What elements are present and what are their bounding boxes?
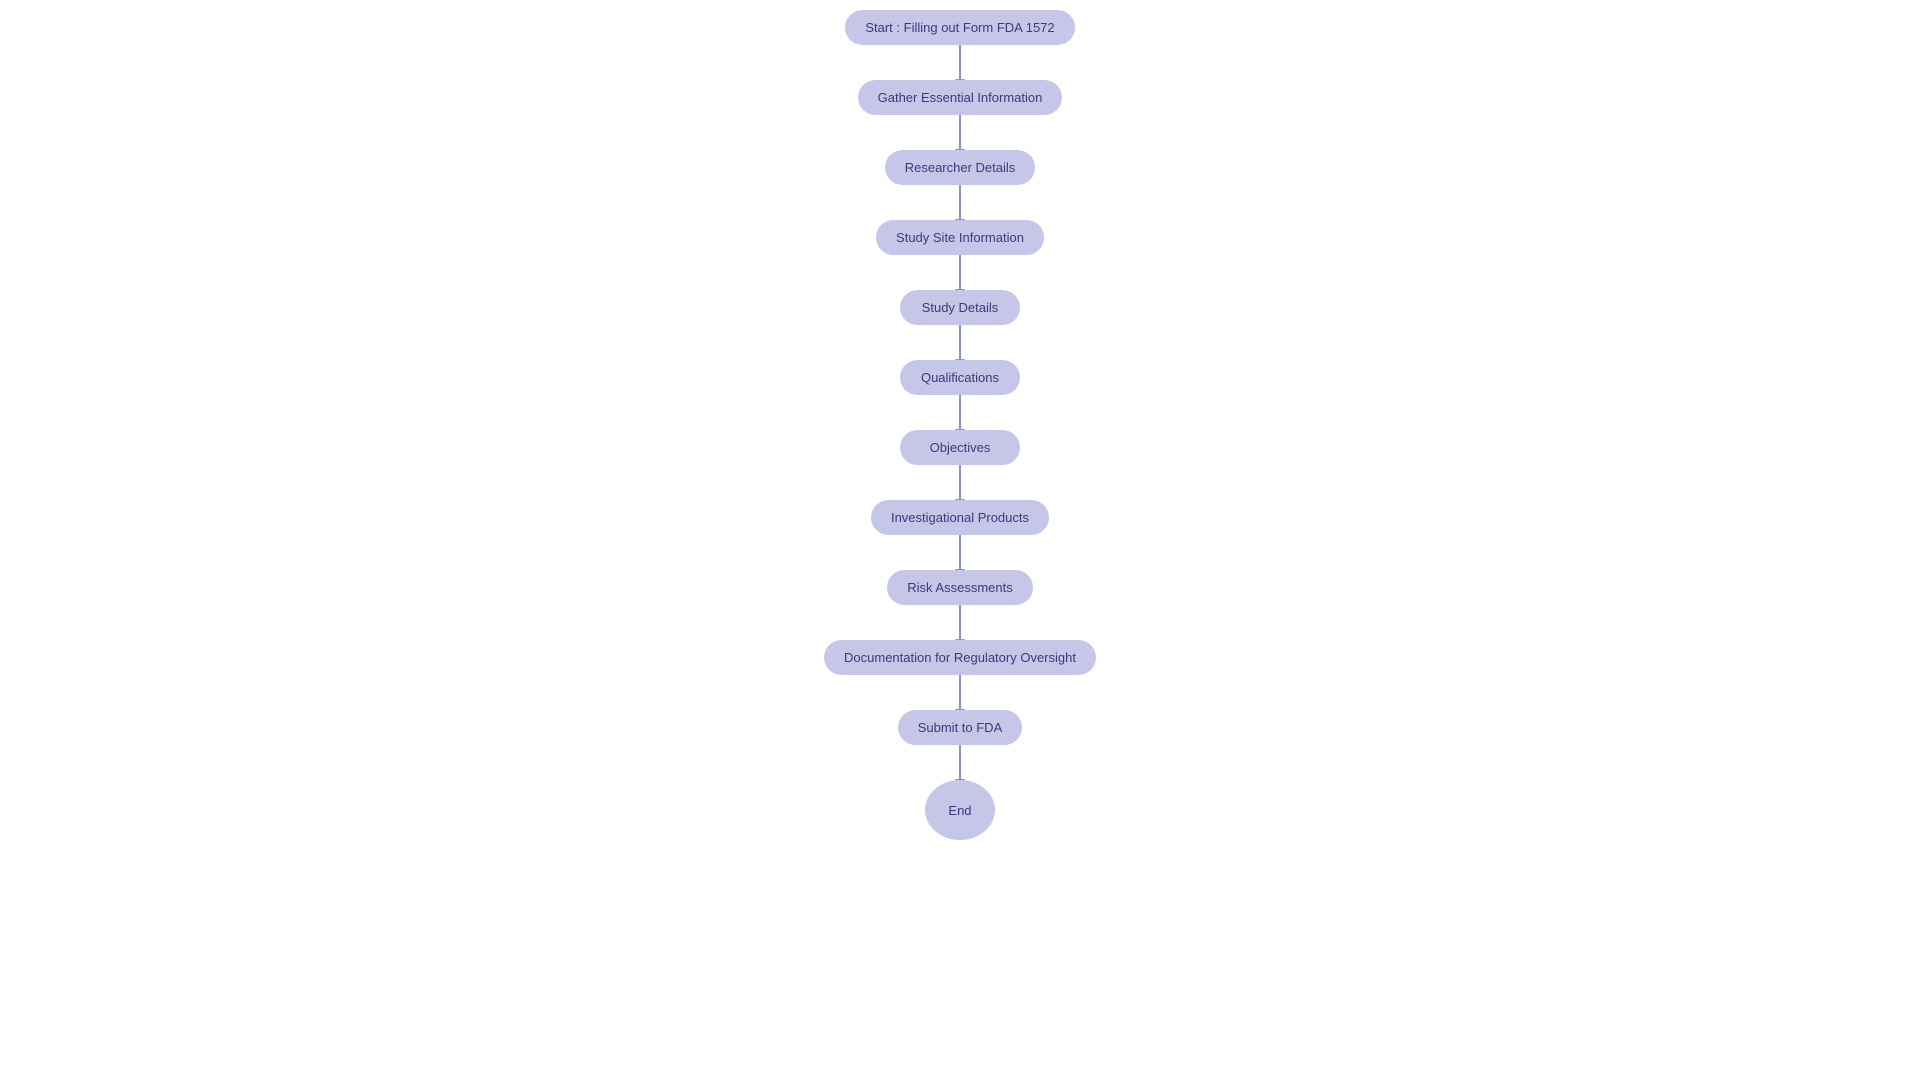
connector-6 xyxy=(959,395,961,430)
connector-5 xyxy=(959,325,961,360)
node-studysite[interactable]: Study Site Information xyxy=(876,220,1044,255)
connector-3 xyxy=(959,185,961,220)
node-submit[interactable]: Submit to FDA xyxy=(898,710,1023,745)
connector-11 xyxy=(959,745,961,780)
connector-4 xyxy=(959,255,961,290)
node-risk[interactable]: Risk Assessments xyxy=(887,570,1032,605)
node-start[interactable]: Start : Filling out Form FDA 1572 xyxy=(845,10,1074,45)
node-researcher[interactable]: Researcher Details xyxy=(885,150,1036,185)
connector-1 xyxy=(959,45,961,80)
flowchart-container: Start : Filling out Form FDA 1572 Gather… xyxy=(0,0,1920,1080)
connector-9 xyxy=(959,605,961,640)
connector-8 xyxy=(959,535,961,570)
flowchart: Start : Filling out Form FDA 1572 Gather… xyxy=(824,10,1096,840)
connector-7 xyxy=(959,465,961,500)
node-gather[interactable]: Gather Essential Information xyxy=(858,80,1063,115)
connector-10 xyxy=(959,675,961,710)
node-studydetails[interactable]: Study Details xyxy=(900,290,1020,325)
node-end[interactable]: End xyxy=(925,780,995,840)
node-documentation[interactable]: Documentation for Regulatory Oversight xyxy=(824,640,1096,675)
node-objectives[interactable]: Objectives xyxy=(900,430,1020,465)
node-investigational[interactable]: Investigational Products xyxy=(871,500,1049,535)
node-qualifications[interactable]: Qualifications xyxy=(900,360,1020,395)
connector-2 xyxy=(959,115,961,150)
